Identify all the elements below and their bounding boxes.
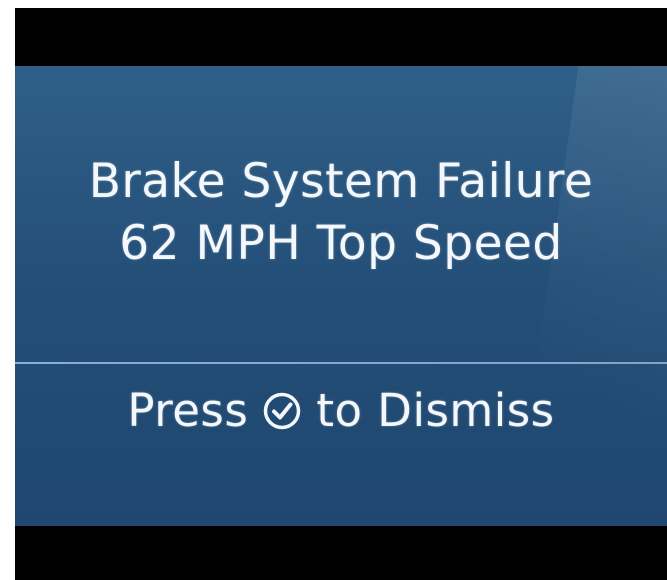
- divider: [15, 362, 667, 364]
- dismiss-prompt-press: Press: [127, 384, 249, 437]
- dismiss-prompt-action: to Dismiss: [316, 384, 555, 437]
- alert-title: Brake System Failure: [88, 154, 594, 209]
- dismiss-prompt: Press to Dismiss: [15, 384, 667, 437]
- check-circle-icon[interactable]: [262, 391, 302, 431]
- alert-speed-limit: 62 MPH Top Speed: [119, 216, 563, 271]
- cluster-alert-screen: Brake System Failure 62 MPH Top Speed Pr…: [15, 66, 667, 526]
